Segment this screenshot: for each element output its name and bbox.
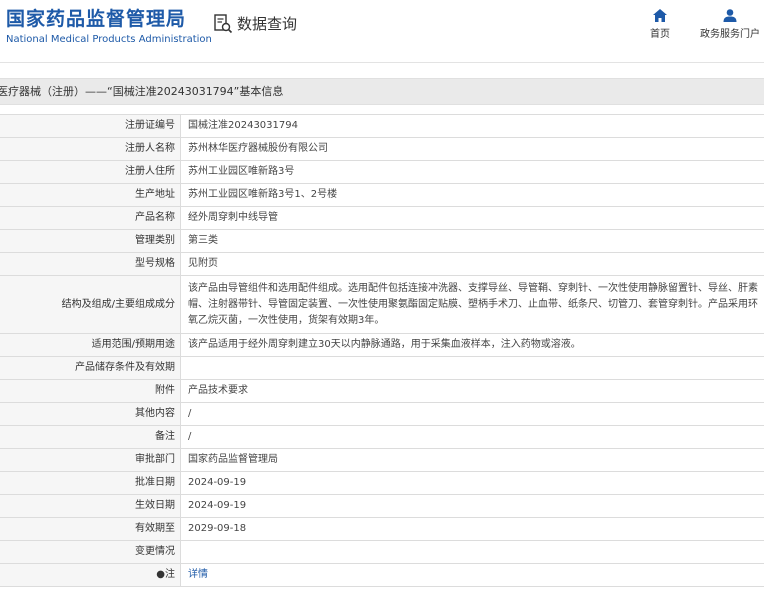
field-label: 变更情况 <box>0 540 181 564</box>
table-row: 变更情况 <box>0 540 764 564</box>
table-row: 其他内容 / <box>0 402 764 426</box>
field-value: 第三类 <box>180 229 764 253</box>
field-label: 附件 <box>0 379 181 403</box>
field-value: 经外周穿刺中线导管 <box>180 206 764 230</box>
field-label: 注册人名称 <box>0 137 181 161</box>
field-value: 2029-09-18 <box>180 517 764 541</box>
table-row: 管理类别 第三类 <box>0 229 764 253</box>
field-value: 国械注准20243031794 <box>180 114 764 138</box>
user-icon <box>723 9 737 22</box>
nav-service-label: 政务服务门户 <box>700 29 760 40</box>
table-row: 产品名称 经外周穿刺中线导管 <box>0 206 764 230</box>
field-value: 国家药品监督管理局 <box>180 448 764 472</box>
registration-info-table: 注册证编号 国械注准20243031794 注册人名称 苏州林华医疗器械股份有限公司注… <box>0 114 764 587</box>
field-value: 2024-09-19 <box>180 494 764 518</box>
nav-service-portal-link[interactable]: 政务服务门户 <box>698 9 762 40</box>
table-row: 备注 / <box>0 425 764 449</box>
field-label: 适用范围/预期用途 <box>0 333 181 357</box>
table-row: 生产地址 苏州工业园区唯新路3号1、2号楼 <box>0 183 764 207</box>
field-value: / <box>180 425 764 449</box>
nav-home-label: 首页 <box>650 29 670 40</box>
field-label: 结构及组成/主要组成成分 <box>0 275 181 334</box>
table-row: 生效日期 2024-09-19 <box>0 494 764 518</box>
table-row: 审批部门 国家药品监督管理局 <box>0 448 764 472</box>
logo-chinese-name: 国家药品监督管理局 <box>6 8 187 30</box>
field-label: 产品储存条件及有效期 <box>0 356 181 380</box>
field-label: 备注 <box>0 425 181 449</box>
field-label: 生产地址 <box>0 183 181 207</box>
document-search-icon <box>214 13 233 33</box>
field-label: 其他内容 <box>0 402 181 426</box>
table-row: 注册证编号 国械注准20243031794 <box>0 114 764 138</box>
logo-english-name: National Medical Products Administration <box>6 34 212 45</box>
field-label: 注册证编号 <box>0 114 181 138</box>
table-row: 适用范围/预期用途 该产品适用于经外周穿刺建立30天以内静脉通路，用于采集血液样本… <box>0 333 764 357</box>
table-row: 型号规格 见附页 <box>0 252 764 276</box>
table-row: 批准日期 2024-09-19 <box>0 471 764 495</box>
field-label: 生效日期 <box>0 494 181 518</box>
field-value <box>180 356 764 380</box>
record-title: 医疗器械（注册）——“国械注准20243031794”基本信息 <box>0 85 284 98</box>
field-value: 见附页 <box>180 252 764 276</box>
field-value: 该产品适用于经外周穿刺建立30天以内静脉通路，用于采集血液样本，注入药物或溶液。 <box>180 333 764 357</box>
table-row: 产品储存条件及有效期 <box>0 356 764 380</box>
field-label: 注册人住所 <box>0 160 181 184</box>
field-label: 产品名称 <box>0 206 181 230</box>
field-value: / <box>180 402 764 426</box>
site-header: 国家药品监督管理局 National Medical Products Admi… <box>0 0 764 63</box>
field-value: 产品技术要求 <box>180 379 764 403</box>
field-value: 苏州林华医疗器械股份有限公司 <box>180 137 764 161</box>
table-row: ●注 详情 <box>0 563 764 587</box>
field-label: 审批部门 <box>0 448 181 472</box>
home-icon <box>653 9 667 22</box>
field-label: 批准日期 <box>0 471 181 495</box>
field-value: 苏州工业园区唯新路3号1、2号楼 <box>180 183 764 207</box>
field-value: 苏州工业园区唯新路3号 <box>180 160 764 184</box>
field-value: 该产品由导管组件和选用配件组成。选用配件包括连接冲洗器、支撑导丝、导管鞘、穿刺针… <box>180 275 764 334</box>
record-title-bar: 医疗器械（注册）——“国械注准20243031794”基本信息 <box>0 78 764 105</box>
nav-home-link[interactable]: 首页 <box>645 9 675 40</box>
field-label: 有效期至 <box>0 517 181 541</box>
data-query-label: 数据查询 <box>237 15 298 33</box>
table-row: 注册人名称 苏州林华医疗器械股份有限公司 <box>0 137 764 161</box>
nmpa-logo[interactable]: 国家药品监督管理局 National Medical Products Admi… <box>6 8 212 47</box>
field-label: 管理类别 <box>0 229 181 253</box>
field-value <box>180 540 764 564</box>
table-row: 结构及组成/主要组成成分 该产品由导管组件和选用配件组成。选用配件包括连接冲洗器、… <box>0 275 764 334</box>
detail-link[interactable]: 详情 <box>188 569 208 580</box>
field-label: 型号规格 <box>0 252 181 276</box>
table-row: 注册人住所 苏州工业园区唯新路3号 <box>0 160 764 184</box>
field-value: 详情 <box>180 563 764 587</box>
field-label: ●注 <box>0 563 181 587</box>
table-row: 有效期至 2029-09-18 <box>0 517 764 541</box>
table-row: 附件 产品技术要求 <box>0 379 764 403</box>
data-query-title: 数据查询 <box>213 13 297 34</box>
field-value: 2024-09-19 <box>180 471 764 495</box>
